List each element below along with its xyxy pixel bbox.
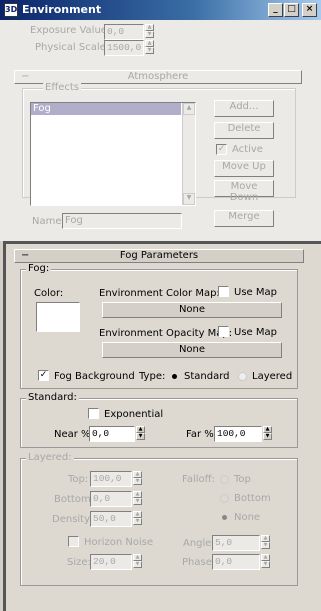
falloff-label: Falloff:	[182, 474, 215, 485]
name-label: Name:	[32, 216, 65, 227]
physical-scale-spinner[interactable]: ▲ ▼	[145, 40, 155, 56]
angle-field[interactable]: 5,0	[212, 535, 260, 551]
density-field[interactable]: 50,0	[90, 511, 132, 527]
env-opacity-use-map-label: Use Map	[234, 327, 277, 338]
list-scrollbar[interactable]: ▲ ▼	[182, 103, 195, 205]
horizon-noise-checkbox[interactable]	[68, 536, 79, 547]
env-opacity-map-button[interactable]: None	[102, 342, 282, 358]
size-label: Size:	[67, 557, 91, 568]
top-spinner[interactable]: ▲ ▼	[133, 471, 143, 487]
size-spinner[interactable]: ▲ ▼	[133, 554, 143, 570]
env-color-use-map-label: Use Map	[234, 287, 277, 298]
far-spinner[interactable]: ▲ ▼	[263, 426, 273, 442]
phase-field[interactable]: 0,0	[212, 554, 260, 570]
near-field[interactable]: 0,0	[89, 426, 135, 442]
phase-label: Phase:	[182, 557, 216, 568]
falloff-bottom-label: Bottom	[234, 493, 271, 504]
env-color-use-map-checkbox[interactable]	[218, 286, 229, 297]
color-label: Color:	[34, 288, 64, 299]
delete-button[interactable]: Delete	[214, 122, 274, 139]
name-field[interactable]: Fog	[62, 213, 182, 229]
maximize-button[interactable]: □	[284, 3, 299, 17]
exposure-value-spinner[interactable]: ▲ ▼	[145, 24, 155, 40]
collapse-icon: −	[21, 250, 30, 261]
add-button[interactable]: Add...	[214, 100, 274, 117]
type-layered-radio[interactable]	[238, 372, 247, 381]
minimize-button[interactable]: _	[268, 3, 283, 17]
exposure-value-field[interactable]: 0,0	[104, 24, 144, 40]
list-item[interactable]: Fog	[31, 103, 181, 115]
far-label: Far %:	[186, 429, 218, 440]
falloff-top-label: Top	[234, 474, 251, 485]
angle-spinner[interactable]: ▲ ▼	[261, 535, 271, 551]
fog-background-label: Fog Background	[54, 371, 135, 382]
type-label: Type:	[139, 371, 166, 382]
window-title: Environment	[22, 3, 102, 16]
falloff-bottom-radio[interactable]	[220, 494, 229, 503]
falloff-none-radio[interactable]	[220, 513, 229, 522]
falloff-top-radio[interactable]	[220, 475, 229, 484]
active-checkbox[interactable]: ✓	[216, 144, 227, 155]
exponential-label: Exponential	[104, 409, 164, 420]
move-up-button[interactable]: Move Up	[214, 160, 274, 177]
near-label: Near %:	[54, 429, 94, 440]
bottom-field[interactable]: 0,0	[90, 491, 132, 507]
merge-button[interactable]: Merge	[214, 210, 274, 227]
move-down-button[interactable]: Move Down	[214, 180, 274, 203]
fog-parameters-panel: − Fog Parameters Fog: Color: Environment…	[3, 241, 321, 611]
top-field[interactable]: 100,0	[90, 471, 132, 487]
fog-parameters-rollout-header[interactable]: − Fog Parameters	[14, 249, 304, 263]
app-icon: 3D	[4, 3, 18, 17]
env-color-map-button[interactable]: None	[102, 302, 282, 318]
bottom-spinner[interactable]: ▲ ▼	[133, 491, 143, 507]
env-color-map-label: Environment Color Map:	[99, 288, 220, 299]
density-spinner[interactable]: ▲ ▼	[133, 511, 143, 527]
density-label: Density:	[52, 514, 93, 525]
falloff-none-label: None	[234, 512, 261, 523]
fog-background-checkbox[interactable]: ✓	[38, 370, 49, 381]
physical-scale-field[interactable]: 1500,0	[104, 40, 144, 56]
exposure-value-label: Exposure Value:	[30, 25, 111, 36]
exponential-checkbox[interactable]	[88, 408, 99, 419]
top-label: Top:	[68, 474, 89, 485]
active-label: Active	[232, 144, 263, 155]
close-button[interactable]: ×	[302, 3, 317, 17]
bottom-label: Bottom:	[54, 494, 95, 505]
effects-list[interactable]: Fog ▲ ▼	[30, 102, 196, 206]
near-spinner[interactable]: ▲ ▼	[136, 426, 146, 442]
collapse-icon: −	[21, 71, 30, 82]
env-opacity-use-map-checkbox[interactable]	[218, 326, 229, 337]
size-field[interactable]: 20,0	[90, 554, 132, 570]
type-layered-label: Layered	[252, 371, 293, 382]
title-bar[interactable]: 3D Environment _ □ ×	[0, 0, 321, 20]
physical-scale-label: Physical Scale:	[35, 42, 110, 53]
far-field[interactable]: 100,0	[214, 426, 262, 442]
horizon-noise-label: Horizon Noise	[84, 537, 154, 548]
phase-spinner[interactable]: ▲ ▼	[261, 554, 271, 570]
upper-panel: Exposure Value: 0,0 ▲ ▼ Physical Scale: 1…	[0, 20, 321, 241]
fog-color-swatch[interactable]	[36, 302, 80, 332]
angle-label: Angle:	[183, 538, 215, 549]
env-opacity-map-label: Environment Opacity Map:	[99, 328, 233, 339]
type-standard-label: Standard	[184, 371, 230, 382]
type-standard-radio[interactable]	[170, 372, 179, 381]
